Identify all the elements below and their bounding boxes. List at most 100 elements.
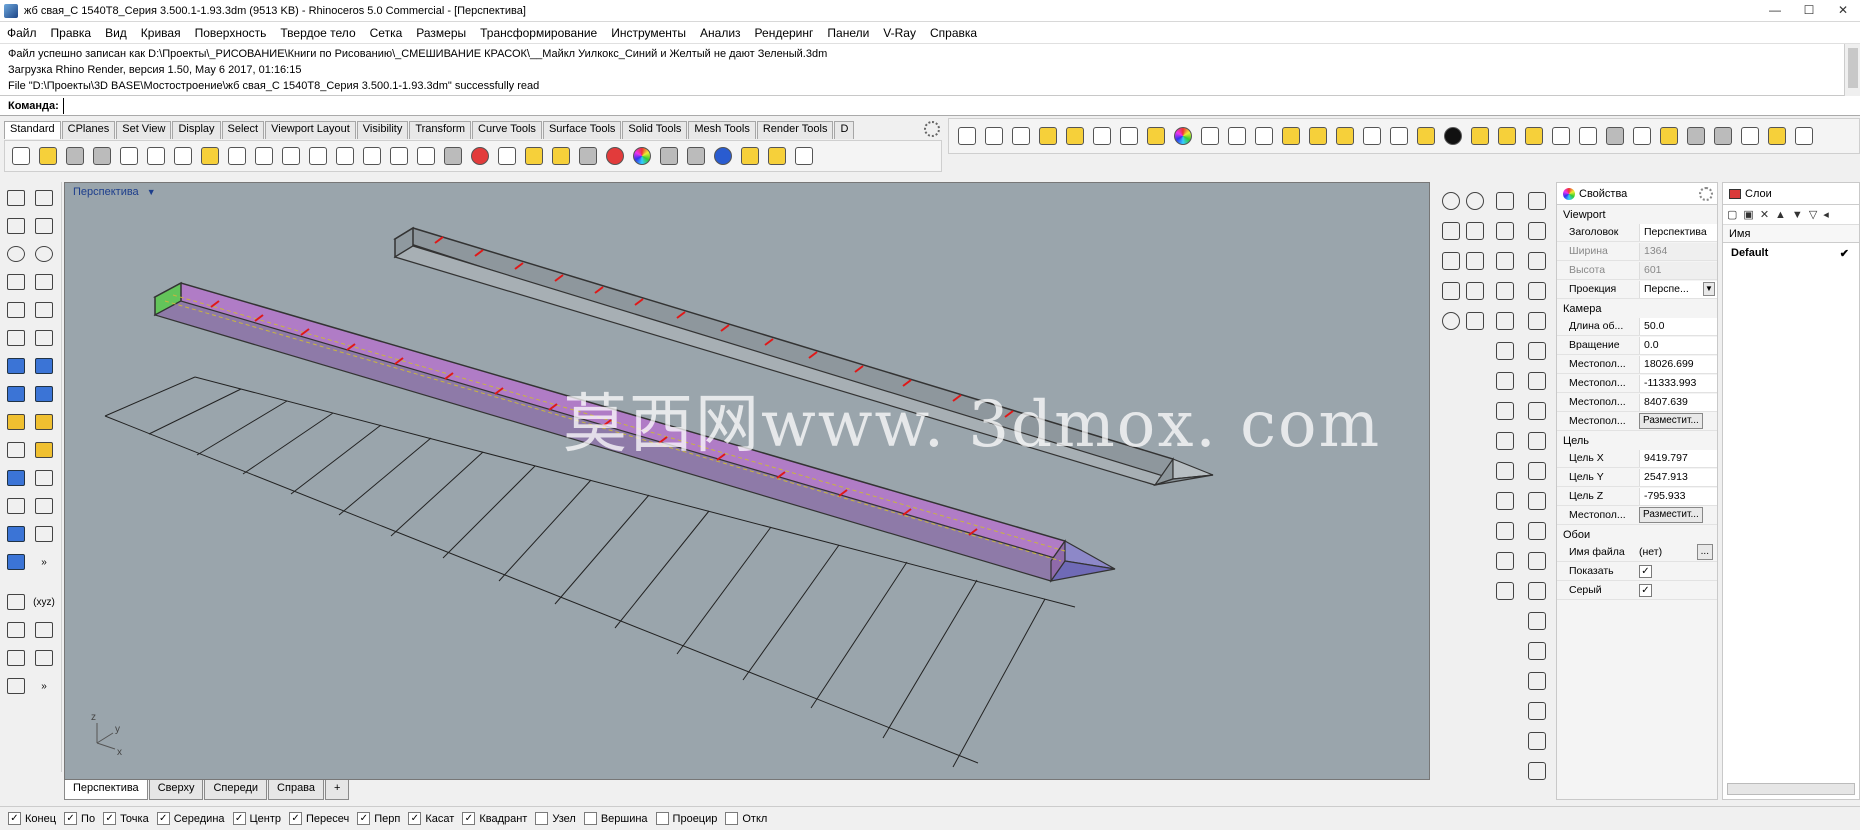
menu-mesh[interactable]: Сетка	[363, 26, 410, 40]
browse-button[interactable]: ...	[1696, 544, 1713, 560]
tool-icon-30[interactable]	[1738, 124, 1762, 148]
history-scrollbar[interactable]	[1844, 44, 1860, 96]
osnap-center[interactable]: ✓ Центр	[232, 812, 281, 825]
point-tool-3-icon[interactable]	[1524, 248, 1550, 274]
osnap-midpoint[interactable]: ✓ Середина	[156, 812, 225, 825]
tool-icon-20[interactable]	[1468, 124, 1492, 148]
boolean-icon[interactable]	[32, 354, 56, 378]
split-icon[interactable]	[32, 494, 56, 518]
prop-lens-value[interactable]: 50.0	[1639, 317, 1717, 335]
tool-icon-1[interactable]	[955, 124, 979, 148]
curve-tool-4-icon[interactable]	[1492, 278, 1518, 304]
view-tool-icon[interactable]	[1438, 188, 1464, 214]
tab-solid-tools[interactable]: Solid Tools	[622, 121, 688, 139]
tab-select[interactable]: Select	[221, 121, 265, 139]
tab-perspective[interactable]: Перспектива	[64, 780, 148, 800]
menu-surface[interactable]: Поверхность	[188, 26, 274, 40]
tool-icon-15[interactable]	[1333, 124, 1357, 148]
delete-layer-icon[interactable]: ✕	[1760, 208, 1769, 221]
show-checkbox[interactable]: ✓	[1639, 564, 1652, 578]
move-down-icon[interactable]: ▼	[1792, 209, 1803, 221]
osnap-intersection[interactable]: ✓ Пересеч	[289, 812, 349, 825]
current-layer-check-icon[interactable]: ✔	[1840, 247, 1849, 260]
cylinder-icon[interactable]	[4, 382, 28, 406]
osnap-knot[interactable]: Узел	[535, 812, 576, 825]
more-analyze-icon[interactable]: »	[32, 674, 56, 698]
polyline-icon[interactable]	[4, 214, 28, 238]
curve-tool-5-icon[interactable]	[1492, 308, 1518, 334]
minimize-button[interactable]: —	[1758, 0, 1792, 20]
properties-icon[interactable]	[630, 144, 654, 168]
tab-transform[interactable]: Transform	[409, 121, 472, 139]
maximize-button[interactable]: ☐	[1792, 0, 1826, 20]
point-tool-17-icon[interactable]	[1524, 668, 1550, 694]
xyz-icon[interactable]: (xyz)	[32, 590, 56, 614]
osnap-checkbox[interactable]: ✓	[357, 812, 371, 825]
tool-icon-12[interactable]	[1252, 124, 1276, 148]
tab-display[interactable]: Display	[172, 121, 221, 139]
point-tool-10-icon[interactable]	[1524, 458, 1550, 484]
point-tool-18-icon[interactable]	[1524, 698, 1550, 724]
tool-icon-26[interactable]	[1630, 124, 1654, 148]
prop-tz-value[interactable]: -795.933	[1639, 487, 1717, 505]
point-tool-16-icon[interactable]	[1524, 638, 1550, 664]
tool-icon-6[interactable]	[1090, 124, 1114, 148]
menu-file[interactable]: Файл	[0, 26, 44, 40]
point-tool-19-icon[interactable]	[1524, 728, 1550, 754]
draft-icon[interactable]	[4, 674, 28, 698]
group-icon[interactable]	[4, 466, 28, 490]
tab-standard[interactable]: Standard	[4, 121, 61, 139]
fillet-curve-icon[interactable]	[32, 298, 56, 322]
snap-line-icon[interactable]	[4, 618, 28, 642]
texture-icon[interactable]	[1462, 278, 1488, 304]
osnap-near[interactable]: ✓ По	[64, 812, 95, 825]
point-tool-20-icon[interactable]	[1524, 758, 1550, 784]
shaded-sphere-icon[interactable]	[657, 144, 681, 168]
polygon-icon[interactable]	[4, 298, 28, 322]
layers-horizontal-scrollbar[interactable]	[1727, 783, 1855, 795]
flashlight-icon[interactable]	[738, 144, 762, 168]
new-layer-icon[interactable]: ▢	[1727, 208, 1737, 221]
point-tool-9-icon[interactable]	[1524, 428, 1550, 454]
tab-curve-tools[interactable]: Curve Tools	[472, 121, 542, 139]
point-tool-7-icon[interactable]	[1524, 368, 1550, 394]
render-sphere-icon[interactable]	[711, 144, 735, 168]
mesh-icon[interactable]	[32, 382, 56, 406]
zoom-icon[interactable]	[306, 144, 330, 168]
text-icon[interactable]	[4, 522, 28, 546]
array-icon[interactable]	[32, 466, 56, 490]
menu-edit[interactable]: Правка	[44, 26, 99, 40]
tool-icon-3[interactable]	[1009, 124, 1033, 148]
viewport-menu-arrow-icon[interactable]: ▼	[147, 187, 156, 197]
osnap-checkbox[interactable]	[725, 812, 739, 825]
offset-curve-icon[interactable]	[4, 326, 28, 350]
environment-icon[interactable]	[1438, 308, 1464, 334]
print-icon[interactable]	[90, 144, 114, 168]
box-solid-icon[interactable]	[4, 354, 28, 378]
tab-cplanes[interactable]: CPlanes	[61, 121, 116, 139]
select-arrow-icon[interactable]	[4, 186, 28, 210]
tab-set-view[interactable]: Set View	[116, 121, 172, 139]
tabs-gear-icon[interactable]	[924, 121, 940, 137]
copy-icon[interactable]	[171, 144, 195, 168]
prop-rotation-value[interactable]: 0.0	[1639, 336, 1717, 354]
render-window-icon[interactable]	[1438, 278, 1464, 304]
curve-tool-1-icon[interactable]	[1492, 188, 1518, 214]
osnap-tangent[interactable]: ✓ Касат	[408, 812, 454, 825]
cplane-icon[interactable]	[495, 144, 519, 168]
osnap-checkbox[interactable]	[535, 812, 549, 825]
tool-icon-5[interactable]	[1063, 124, 1087, 148]
osnap-disable[interactable]: Откл	[725, 812, 767, 825]
tool-icon-25[interactable]	[1603, 124, 1627, 148]
explode-icon[interactable]	[32, 410, 56, 434]
osnap-checkbox[interactable]: ✓	[232, 812, 246, 825]
osnap-checkbox[interactable]: ✓	[156, 812, 170, 825]
point-tool-5-icon[interactable]	[1524, 308, 1550, 334]
layers-column-name[interactable]: Имя	[1723, 225, 1859, 243]
tool-icon-13[interactable]	[1279, 124, 1303, 148]
tab-top[interactable]: Сверху	[148, 780, 204, 800]
rectangle-icon[interactable]	[32, 270, 56, 294]
project-icon[interactable]	[32, 438, 56, 462]
tool-icon-9[interactable]	[1171, 124, 1195, 148]
add-viewport-tab[interactable]: +	[325, 780, 350, 800]
